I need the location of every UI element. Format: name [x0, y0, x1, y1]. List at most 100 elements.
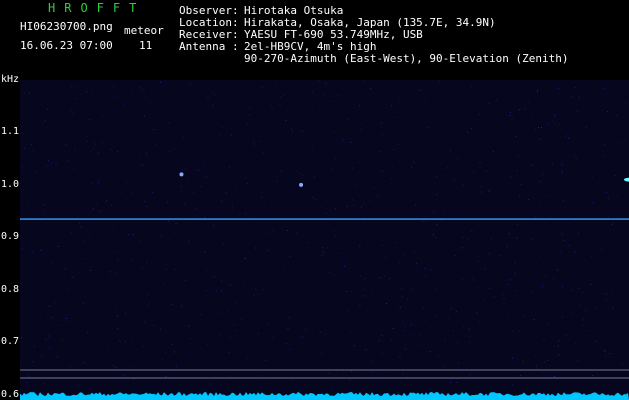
noise-pixel — [558, 340, 560, 342]
noise-pixel — [26, 373, 28, 375]
noise-pixel — [539, 245, 540, 247]
noise-pixel — [374, 153, 376, 155]
noise-pixel — [290, 379, 292, 380]
noise-pixel — [531, 188, 533, 190]
noise-pixel — [381, 334, 383, 336]
noise-pixel — [114, 126, 116, 128]
noise-pixel — [410, 324, 412, 326]
noise-pixel — [332, 101, 334, 102]
noise-pixel — [400, 288, 402, 289]
noise-pixel — [405, 124, 407, 126]
noise-pixel — [368, 265, 370, 267]
noise-pixel — [463, 326, 465, 328]
noise-pixel — [333, 131, 335, 132]
noise-pixel — [561, 170, 563, 172]
noise-pixel — [176, 365, 177, 367]
noise-pixel — [512, 214, 514, 216]
noise-pixel — [44, 338, 46, 340]
noise-pixel — [33, 365, 35, 367]
noise-pixel — [578, 97, 580, 99]
noise-pixel — [257, 333, 259, 335]
noise-pixel — [524, 108, 526, 110]
noise-pixel — [604, 351, 606, 353]
noise-pixel — [141, 278, 143, 280]
noise-pixel — [509, 279, 511, 281]
noise-pixel — [436, 289, 438, 291]
noise-pixel — [444, 209, 446, 211]
noise-pixel — [497, 141, 499, 142]
noise-pixel — [605, 299, 607, 301]
noise-pixel — [110, 148, 112, 150]
noise-pixel — [555, 123, 556, 125]
noise-pixel — [553, 345, 555, 347]
noise-pixel — [74, 98, 76, 99]
noise-pixel — [124, 374, 126, 376]
noise-pixel — [450, 150, 451, 152]
noise-pixel — [364, 277, 366, 279]
noise-pixel — [453, 330, 454, 331]
noise-pixel — [69, 110, 71, 112]
noise-pixel — [229, 337, 231, 339]
noise-pixel — [94, 144, 96, 146]
noise-pixel — [354, 207, 356, 208]
noise-pixel — [411, 211, 413, 213]
noise-pixel — [148, 304, 150, 306]
noise-pixel — [265, 220, 267, 222]
noise-pixel — [67, 386, 69, 388]
noise-pixel — [571, 96, 573, 98]
noise-pixel — [565, 334, 567, 336]
noise-pixel — [384, 275, 386, 277]
noise-pixel — [110, 276, 112, 278]
noise-pixel — [379, 277, 381, 279]
noise-pixel — [509, 226, 511, 228]
noise-pixel — [255, 247, 257, 249]
noise-pixel — [165, 268, 167, 270]
noise-pixel — [215, 169, 216, 171]
noise-pixel — [391, 105, 392, 107]
noise-pixel — [397, 308, 399, 310]
noise-pixel — [589, 329, 591, 331]
noise-pixel — [321, 353, 323, 355]
noise-pixel — [337, 252, 339, 254]
noise-pixel — [110, 204, 112, 206]
noise-pixel — [469, 374, 471, 376]
noise-pixel — [396, 242, 398, 244]
noise-pixel — [231, 202, 233, 204]
noise-pixel — [21, 337, 22, 339]
noise-pixel — [448, 317, 450, 319]
noise-pixel — [113, 251, 115, 253]
noise-pixel — [425, 148, 427, 150]
noise-pixel — [91, 273, 93, 274]
noise-pixel — [335, 158, 337, 160]
noise-pixel — [265, 232, 267, 234]
noise-pixel — [313, 95, 315, 97]
noise-pixel — [547, 124, 549, 126]
noise-pixel — [262, 152, 264, 154]
noise-pixel — [552, 120, 554, 122]
noise-pixel — [429, 351, 431, 353]
noise-pixel — [72, 276, 74, 278]
noise-pixel — [602, 110, 604, 112]
noise-pixel — [418, 132, 420, 134]
noise-pixel — [400, 306, 401, 308]
noise-pixel — [625, 103, 627, 105]
noise-pixel — [495, 338, 497, 340]
noise-pixel — [612, 195, 614, 197]
noise-pixel — [139, 87, 141, 89]
noise-pixel — [28, 375, 30, 377]
noise-pixel — [131, 345, 133, 347]
noise-pixel — [563, 239, 565, 241]
noise-pixel — [388, 371, 390, 373]
noise-pixel — [146, 153, 148, 155]
noise-pixel — [332, 385, 333, 387]
noise-pixel — [454, 254, 456, 256]
noise-pixel — [70, 231, 72, 233]
noise-pixel — [344, 265, 345, 267]
noise-pixel — [554, 375, 555, 377]
noise-pixel — [289, 256, 291, 258]
noise-pixel — [554, 115, 556, 117]
noise-pixel — [267, 249, 269, 251]
noise-pixel — [247, 195, 249, 197]
noise-pixel — [349, 332, 351, 334]
noise-pixel — [47, 316, 49, 318]
